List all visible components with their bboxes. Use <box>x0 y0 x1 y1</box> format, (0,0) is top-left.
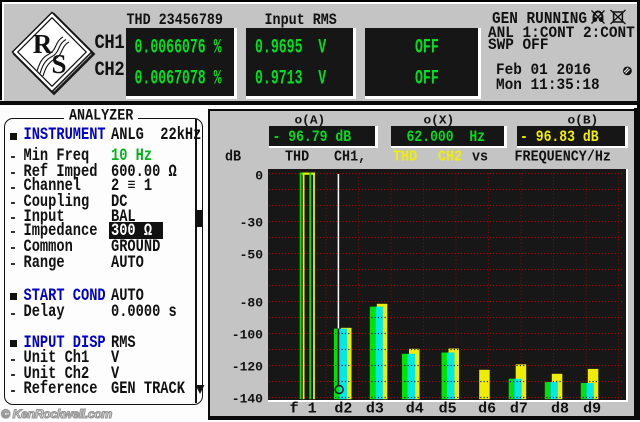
svg-text:R: R <box>33 29 53 59</box>
svg-text:S: S <box>51 49 66 79</box>
